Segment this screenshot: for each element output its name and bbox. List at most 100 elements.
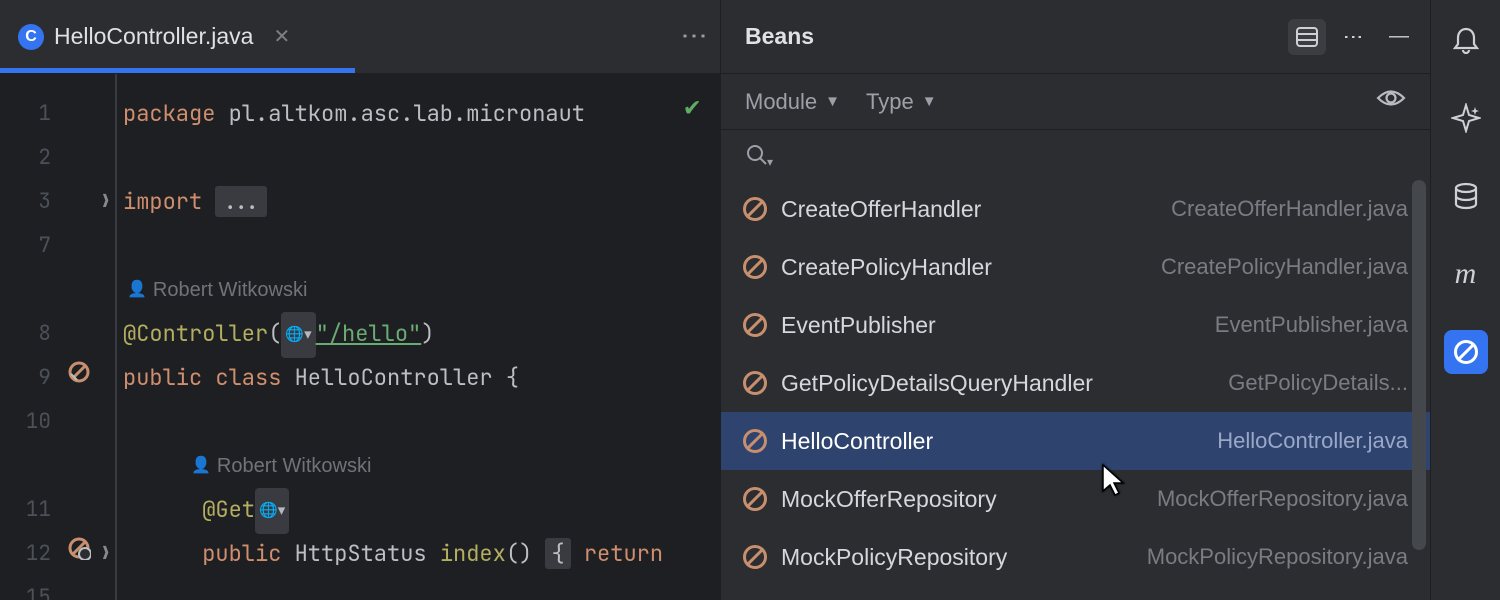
beans-search[interactable]: ▾ (721, 130, 1430, 180)
bean-name: MockPolicyRepository (781, 544, 1007, 571)
line-number: 7 (38, 232, 51, 259)
line-number: 3 (38, 188, 51, 215)
beans-header: Beans ⋮ — (721, 0, 1430, 74)
visibility-toggle[interactable] (1376, 87, 1406, 116)
panel-title: Beans (745, 23, 1280, 50)
beans-filter-bar: Module ▼ Type ▼ (721, 74, 1430, 130)
line-number: 10 (26, 408, 51, 435)
search-icon (745, 143, 769, 167)
bean-gutter-icon[interactable] (67, 356, 91, 400)
line-number: 11 (26, 496, 51, 523)
bean-row[interactable]: MockOfferRepository MockOfferRepository.j… (721, 470, 1430, 528)
endpoint-gutter-icon[interactable] (67, 532, 91, 576)
bean-file: EventPublisher.java (1215, 312, 1408, 338)
tab-hellocontroller[interactable]: C HelloController.java ✕ (18, 23, 310, 50)
bean-icon (743, 429, 767, 453)
maven-button[interactable]: m (1444, 252, 1488, 296)
bean-file: MockOfferRepository.java (1157, 486, 1408, 512)
author-hint: Robert Witkowski (217, 444, 371, 488)
keyword: import (123, 187, 202, 216)
chevron-down-icon: ▾ (767, 155, 773, 169)
code-area[interactable]: package pl.altkom.asc.lab.micronaut impo… (115, 74, 720, 600)
editor-tab-bar: C HelloController.java ✕ ⋮ (0, 0, 720, 74)
beans-list: CreateOfferHandler CreateOfferHandler.jav… (721, 180, 1430, 600)
options-menu[interactable]: ⋮ (1334, 19, 1372, 55)
bean-icon (743, 371, 767, 395)
bean-row[interactable]: CreatePolicyHandler CreatePolicyHandler.j… (721, 238, 1430, 296)
chevron-right-icon[interactable]: ❯ (100, 180, 111, 224)
line-number: 9 (38, 364, 51, 391)
brace: { (545, 538, 570, 569)
chevron-down-icon: ▼ (922, 93, 937, 110)
right-tool-strip: m (1430, 0, 1500, 600)
line-number: 8 (38, 320, 51, 347)
bean-name: HelloController (781, 428, 933, 455)
bean-name: CreatePolicyHandler (781, 254, 992, 281)
ai-assistant-button[interactable] (1444, 96, 1488, 140)
beans-panel: Beans ⋮ — Module ▼ Type ▼ ▾ CreateOfferHan… (720, 0, 1430, 600)
line-number: 1 (38, 100, 51, 127)
scrollbar[interactable] (1412, 180, 1426, 550)
database-button[interactable] (1444, 174, 1488, 218)
bean-name: CreateOfferHandler (781, 196, 981, 223)
filter-type[interactable]: Type ▼ (866, 89, 937, 115)
notifications-button[interactable] (1444, 18, 1488, 62)
bean-name: GetPolicyDetailsQueryHandler (781, 370, 1093, 397)
bean-name: MockOfferRepository (781, 486, 997, 513)
bean-icon (743, 313, 767, 337)
filter-label: Module (745, 89, 817, 115)
filter-module[interactable]: Module ▼ (745, 89, 840, 115)
editor-gutter: 1 2 3 ❯ 7 8 9 10 11 12 ❯ 15 (0, 74, 115, 600)
class-name: HelloController (295, 363, 506, 392)
user-icon: 👤 (191, 444, 211, 488)
parens: () (506, 539, 546, 568)
bean-file: MockPolicyRepository.java (1147, 544, 1408, 570)
java-class-icon: C (18, 24, 44, 50)
bean-row[interactable]: GetPolicyDetailsQueryHandler GetPolicyDet… (721, 354, 1430, 412)
url-mapping-badge[interactable]: 🌐▾ (255, 488, 289, 534)
package-name: pl.altkom.asc.lab.micronaut (215, 99, 585, 128)
keyword: package (123, 99, 215, 128)
bean-row[interactable]: EventPublisher EventPublisher.java (721, 296, 1430, 354)
expand-view-button[interactable] (1288, 19, 1326, 55)
line-number: 2 (38, 144, 51, 171)
bean-row[interactable]: CreateOfferHandler CreateOfferHandler.jav… (721, 180, 1430, 238)
keyword: public (202, 539, 294, 568)
beans-tool-button[interactable] (1444, 330, 1488, 374)
editor-body[interactable]: ✔ 1 2 3❯ 7 8 9 10 11 12 ❯ (0, 74, 720, 600)
keyword: return (571, 539, 663, 568)
filter-label: Type (866, 89, 914, 115)
bean-file: HelloController.java (1217, 428, 1408, 454)
string-literal: "/hello" (316, 319, 422, 348)
minimize-button[interactable]: — (1380, 19, 1418, 55)
line-number: 12 (26, 540, 51, 567)
line-number: 15 (26, 584, 51, 600)
active-tab-indicator (0, 68, 355, 73)
fold-placeholder[interactable]: ... (215, 186, 267, 217)
keyword: public (123, 363, 215, 392)
editor-pane: C HelloController.java ✕ ⋮ ✔ 1 2 3❯ 7 8 … (0, 0, 720, 600)
bean-icon (743, 197, 767, 221)
url-mapping-badge[interactable]: 🌐▾ (281, 312, 315, 358)
tab-filename: HelloController.java (54, 23, 253, 50)
bean-name: EventPublisher (781, 312, 936, 339)
bean-row[interactable]: MockPolicyRepository MockPolicyRepository… (721, 528, 1430, 586)
annotation: @Get (202, 495, 255, 524)
bean-file: CreatePolicyHandler.java (1161, 254, 1408, 280)
bean-file: CreateOfferHandler.java (1171, 196, 1408, 222)
type: HttpStatus (295, 539, 440, 568)
user-icon: 👤 (127, 268, 147, 312)
tab-overflow-menu[interactable]: ⋮ (679, 23, 710, 51)
brace: { (506, 363, 519, 392)
close-icon[interactable]: ✕ (273, 24, 290, 49)
keyword: class (215, 363, 294, 392)
bean-icon (743, 545, 767, 569)
bean-icon (743, 487, 767, 511)
chevron-right-icon[interactable]: ❯ (100, 532, 111, 576)
method-name: index (440, 539, 506, 568)
chevron-down-icon: ▼ (825, 93, 840, 110)
bean-file: GetPolicyDetails... (1228, 370, 1408, 396)
annotation: @Controller (123, 319, 268, 348)
bean-row[interactable]: HelloController HelloController.java (721, 412, 1430, 470)
author-hint: Robert Witkowski (153, 268, 307, 312)
